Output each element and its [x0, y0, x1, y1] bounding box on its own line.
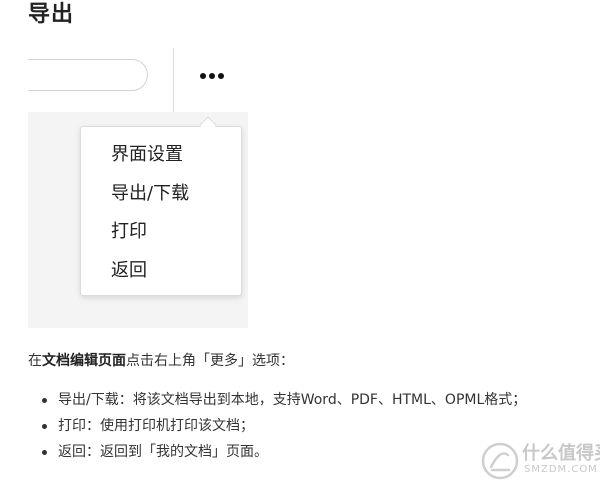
- menu-item-back[interactable]: 返回: [81, 252, 241, 291]
- list-item-print: 打印：使用打印机打印该文档；: [28, 413, 526, 439]
- menu-item-export-download[interactable]: 导出/下载: [81, 175, 241, 214]
- list-item-export: 导出/下载：将该文档导出到本地，支持Word、PDF、HTML、OPML格式；: [28, 387, 526, 413]
- more-dot-icon: [218, 73, 224, 79]
- watermark-cn: 什么值得买: [522, 443, 600, 464]
- more-dot-icon: [209, 73, 215, 79]
- intro-text: 在文档编辑页面点击右上角「更多」选项：: [28, 350, 294, 370]
- more-options-button[interactable]: [194, 62, 230, 90]
- watermark: 什么值得买 SMZDM.COM: [480, 437, 600, 485]
- menu-item-print[interactable]: 打印: [81, 213, 241, 252]
- smzdm-logo-icon: [481, 442, 519, 480]
- page-title: 导出: [28, 2, 75, 27]
- embedded-screenshot: 界面设置 导出/下载 打印 返回: [28, 48, 248, 328]
- intro-bold: 文档编辑页面: [42, 353, 126, 369]
- intro-prefix: 在: [28, 353, 42, 369]
- more-dot-icon: [200, 73, 206, 79]
- search-input[interactable]: [28, 59, 148, 91]
- watermark-en: SMZDM.COM: [524, 464, 598, 475]
- list-item-back: 返回：返回到「我的文档」页面。: [28, 439, 526, 465]
- menu-item-interface-settings[interactable]: 界面设置: [81, 136, 241, 175]
- feature-list: 导出/下载：将该文档导出到本地，支持Word、PDF、HTML、OPML格式； …: [28, 387, 526, 465]
- more-options-menu: 界面设置 导出/下载 打印 返回: [80, 126, 242, 296]
- intro-suffix: 点击右上角「更多」选项：: [126, 353, 294, 369]
- toolbar-divider: [173, 48, 174, 112]
